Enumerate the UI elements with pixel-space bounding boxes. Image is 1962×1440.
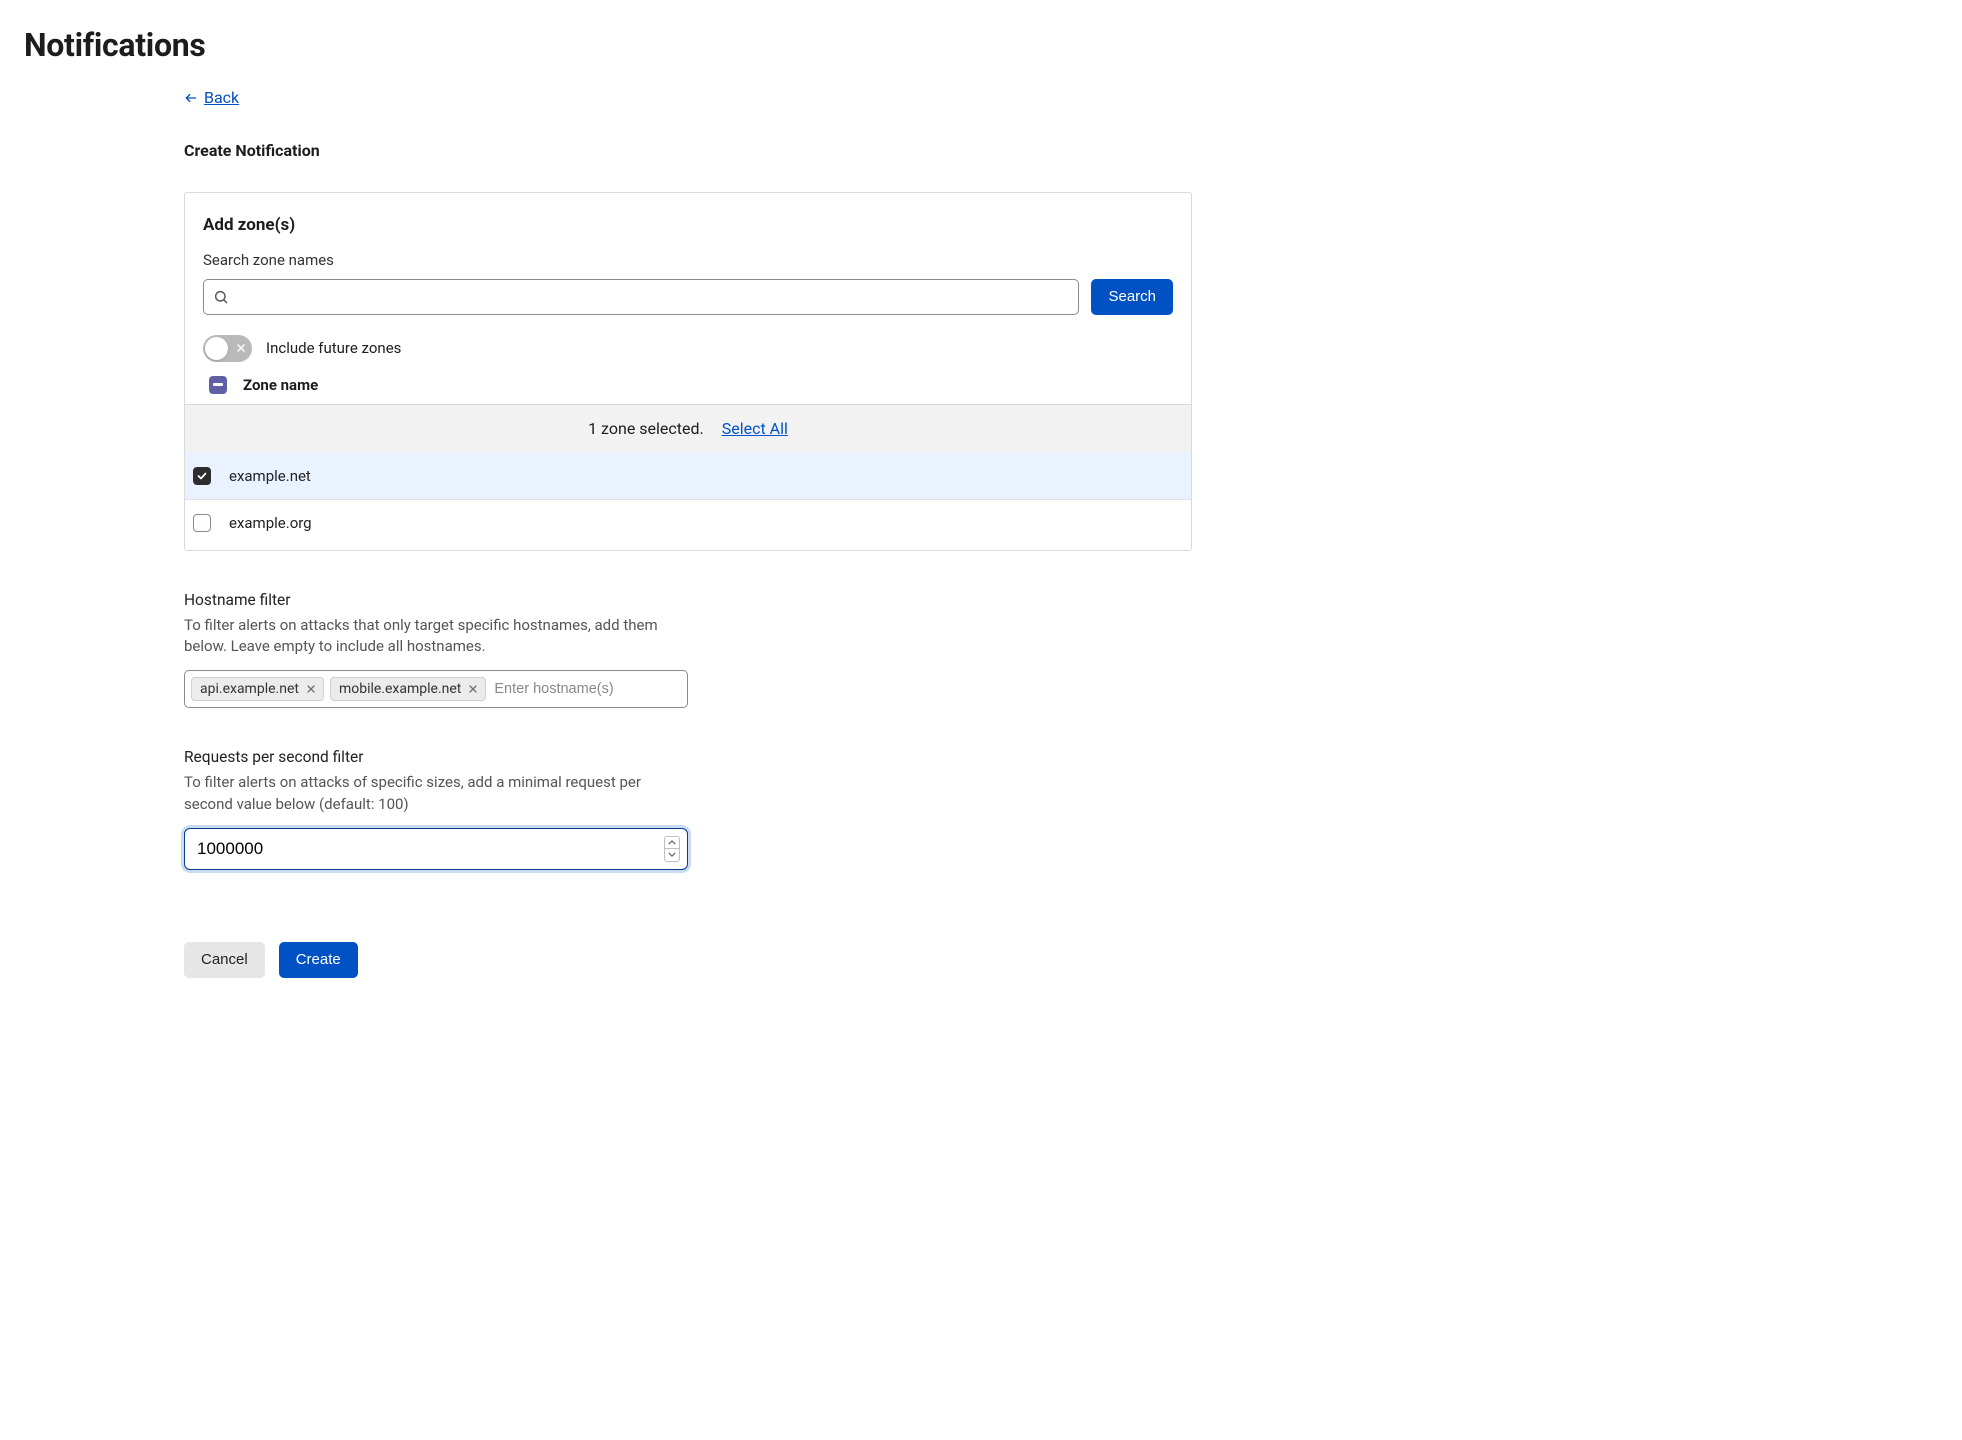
zone-checkbox[interactable] [193,467,211,485]
cancel-button[interactable]: Cancel [184,942,265,978]
include-future-label: Include future zones [266,339,401,357]
chevron-down-icon[interactable] [665,849,679,861]
hostname-tags-input[interactable]: api.example.net mobile.example.net [184,670,688,708]
add-zones-card: Add zone(s) Search zone names Search [184,192,1192,551]
hostname-tag-text: mobile.example.net [339,681,461,697]
back-label: Back [204,88,239,107]
hostname-text-input[interactable] [492,677,681,701]
hostname-tag: api.example.net [191,677,324,701]
create-button[interactable]: Create [279,942,358,978]
table-row[interactable]: example.org [185,499,1191,546]
rps-input[interactable] [184,828,688,870]
select-all-checkbox[interactable] [209,376,227,394]
add-zones-title: Add zone(s) [203,215,1173,235]
rps-filter-desc: To filter alerts on attacks of specific … [184,772,688,816]
select-all-link[interactable]: Select All [722,419,788,438]
quantity-stepper[interactable] [664,836,680,862]
zone-name-column-header: Zone name [243,376,318,394]
hostname-filter-title: Hostname filter [184,591,688,609]
selection-banner: 1 zone selected. Select All [185,404,1191,452]
search-input[interactable] [203,279,1079,315]
include-future-toggle[interactable] [203,335,252,362]
close-icon[interactable] [467,683,479,695]
hostname-tag-text: api.example.net [200,681,299,697]
hostname-filter-section: Hostname filter To filter alerts on atta… [184,591,688,709]
search-button[interactable]: Search [1091,279,1173,315]
selection-count-text: 1 zone selected. [588,419,704,438]
close-icon[interactable] [305,683,317,695]
hostname-filter-desc: To filter alerts on attacks that only ta… [184,615,688,659]
zone-name: example.net [229,467,311,485]
zone-name: example.org [229,514,312,532]
create-notification-heading: Create Notification [184,141,1192,160]
rps-filter-section: Requests per second filter To filter ale… [184,748,688,870]
back-link[interactable]: Back [184,88,239,107]
arrow-left-icon [184,91,198,105]
search-icon [213,289,229,305]
rps-filter-title: Requests per second filter [184,748,688,766]
hostname-tag: mobile.example.net [330,677,486,701]
zone-checkbox[interactable] [193,514,211,532]
search-zones-label: Search zone names [203,251,1173,269]
x-icon [235,342,247,354]
chevron-up-icon[interactable] [665,837,679,850]
page-title: Notifications [24,26,1256,64]
table-row[interactable]: example.net [185,452,1191,499]
